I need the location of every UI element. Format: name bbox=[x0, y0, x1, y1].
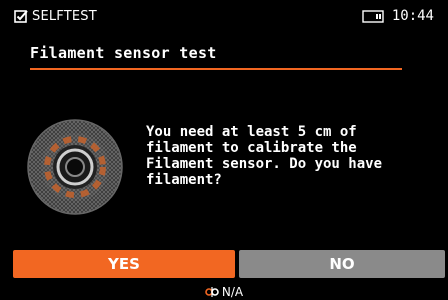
clock: 10:44 bbox=[391, 8, 434, 24]
footer-status: N/A bbox=[0, 283, 448, 300]
filament-sensor-value: N/A bbox=[221, 284, 244, 299]
filament-sensor-status-icon bbox=[205, 286, 219, 297]
page-title: Filament sensor test bbox=[30, 44, 217, 62]
checkbox-icon bbox=[14, 10, 28, 23]
no-button[interactable]: NO bbox=[239, 250, 445, 278]
yes-button[interactable]: YES bbox=[13, 250, 235, 278]
header-title: SELFTEST bbox=[32, 8, 97, 24]
storage-icon bbox=[362, 9, 384, 23]
status-right: 10:44 bbox=[362, 7, 434, 25]
title-underline bbox=[30, 68, 402, 70]
status-bar: SELFTEST 10:44 bbox=[0, 0, 448, 30]
calibration-message: You need at least 5 cm of filament to ca… bbox=[146, 124, 383, 188]
status-left: SELFTEST bbox=[14, 7, 97, 25]
filament-sensor-icon bbox=[27, 119, 123, 215]
